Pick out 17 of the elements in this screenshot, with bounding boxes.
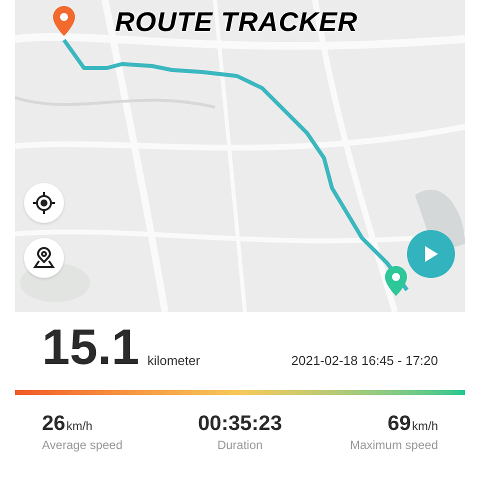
stat-label: Duration xyxy=(217,437,263,453)
stat-value: 26 xyxy=(42,411,66,437)
distance-unit: kilometer xyxy=(147,352,200,370)
stat-value: 00:35:23 xyxy=(198,411,282,437)
distance-value: 15.1 xyxy=(42,322,140,372)
stat-label: Average speed xyxy=(42,437,123,453)
stat-label: Maximum speed xyxy=(350,437,438,453)
stat-value: 69 xyxy=(388,411,411,437)
stat-unit: km/h xyxy=(412,418,438,435)
start-pin-icon xyxy=(53,6,75,36)
time-range: 2021-02-18 16:45 - 17:20 xyxy=(291,352,438,370)
map-pin-icon xyxy=(33,247,55,269)
stat-unit: km/h xyxy=(66,418,92,435)
crosshair-icon xyxy=(33,192,55,214)
play-icon xyxy=(423,245,439,263)
map-title: ROUTE TRACKER xyxy=(115,6,358,39)
end-pin-icon xyxy=(385,266,407,296)
